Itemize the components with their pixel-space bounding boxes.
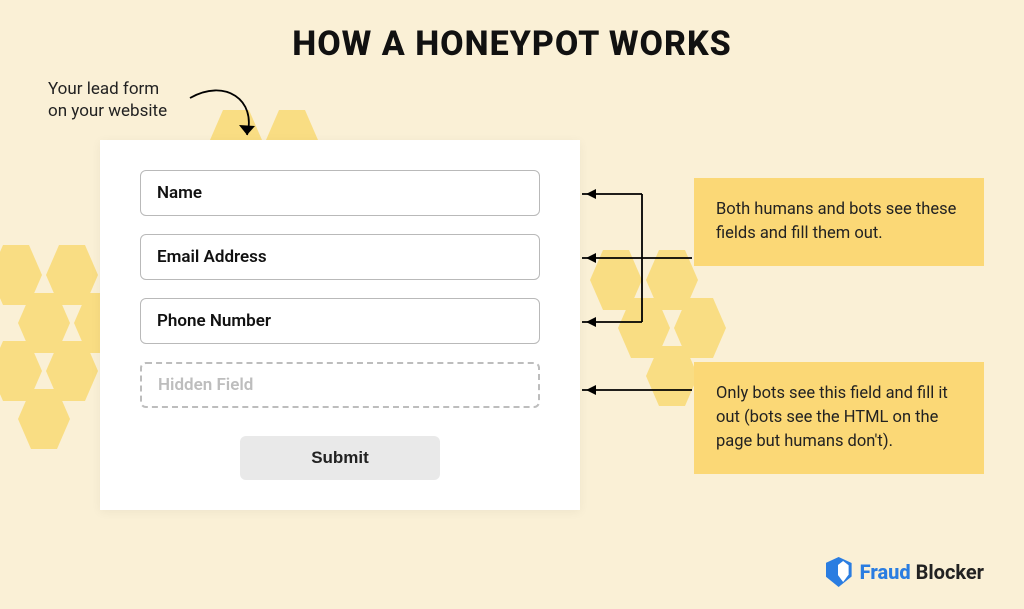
field-label: Email Address bbox=[157, 247, 267, 267]
callout-hidden-field: Only bots see this field and fill it out… bbox=[694, 362, 984, 474]
brand-word-blocker: Blocker bbox=[911, 560, 984, 584]
phone-field[interactable]: Phone Number bbox=[140, 298, 540, 344]
field-label: Phone Number bbox=[157, 311, 271, 331]
caption-line: on your website bbox=[48, 101, 167, 121]
arrow-caption-to-form bbox=[185, 80, 275, 160]
brand-word-fraud: Fraud bbox=[860, 560, 911, 584]
brand-name: Fraud Blocker bbox=[860, 560, 984, 584]
shield-icon bbox=[826, 557, 852, 587]
callout-text: Both humans and bots see these fields an… bbox=[716, 200, 956, 243]
email-field[interactable]: Email Address bbox=[140, 234, 540, 280]
field-label: Hidden Field bbox=[158, 375, 253, 395]
callout-visible-fields: Both humans and bots see these fields an… bbox=[694, 178, 984, 266]
name-field[interactable]: Name bbox=[140, 170, 540, 216]
field-label: Name bbox=[157, 183, 202, 203]
hidden-honeypot-field[interactable]: Hidden Field bbox=[140, 362, 540, 408]
lead-form-card: Name Email Address Phone Number Hidden F… bbox=[100, 140, 580, 510]
lead-form-caption: Your lead form on your website bbox=[48, 78, 167, 122]
brand-logo: Fraud Blocker bbox=[826, 557, 984, 587]
submit-button[interactable]: Submit bbox=[240, 436, 440, 480]
arrow-hidden-field bbox=[582, 380, 702, 400]
callout-text: Only bots see this field and fill it out… bbox=[716, 384, 948, 451]
arrow-bracket-visible-fields bbox=[582, 168, 702, 328]
caption-line: Your lead form bbox=[48, 79, 159, 99]
diagram-title: HOW A HONEYPOT WORKS bbox=[0, 24, 1024, 64]
